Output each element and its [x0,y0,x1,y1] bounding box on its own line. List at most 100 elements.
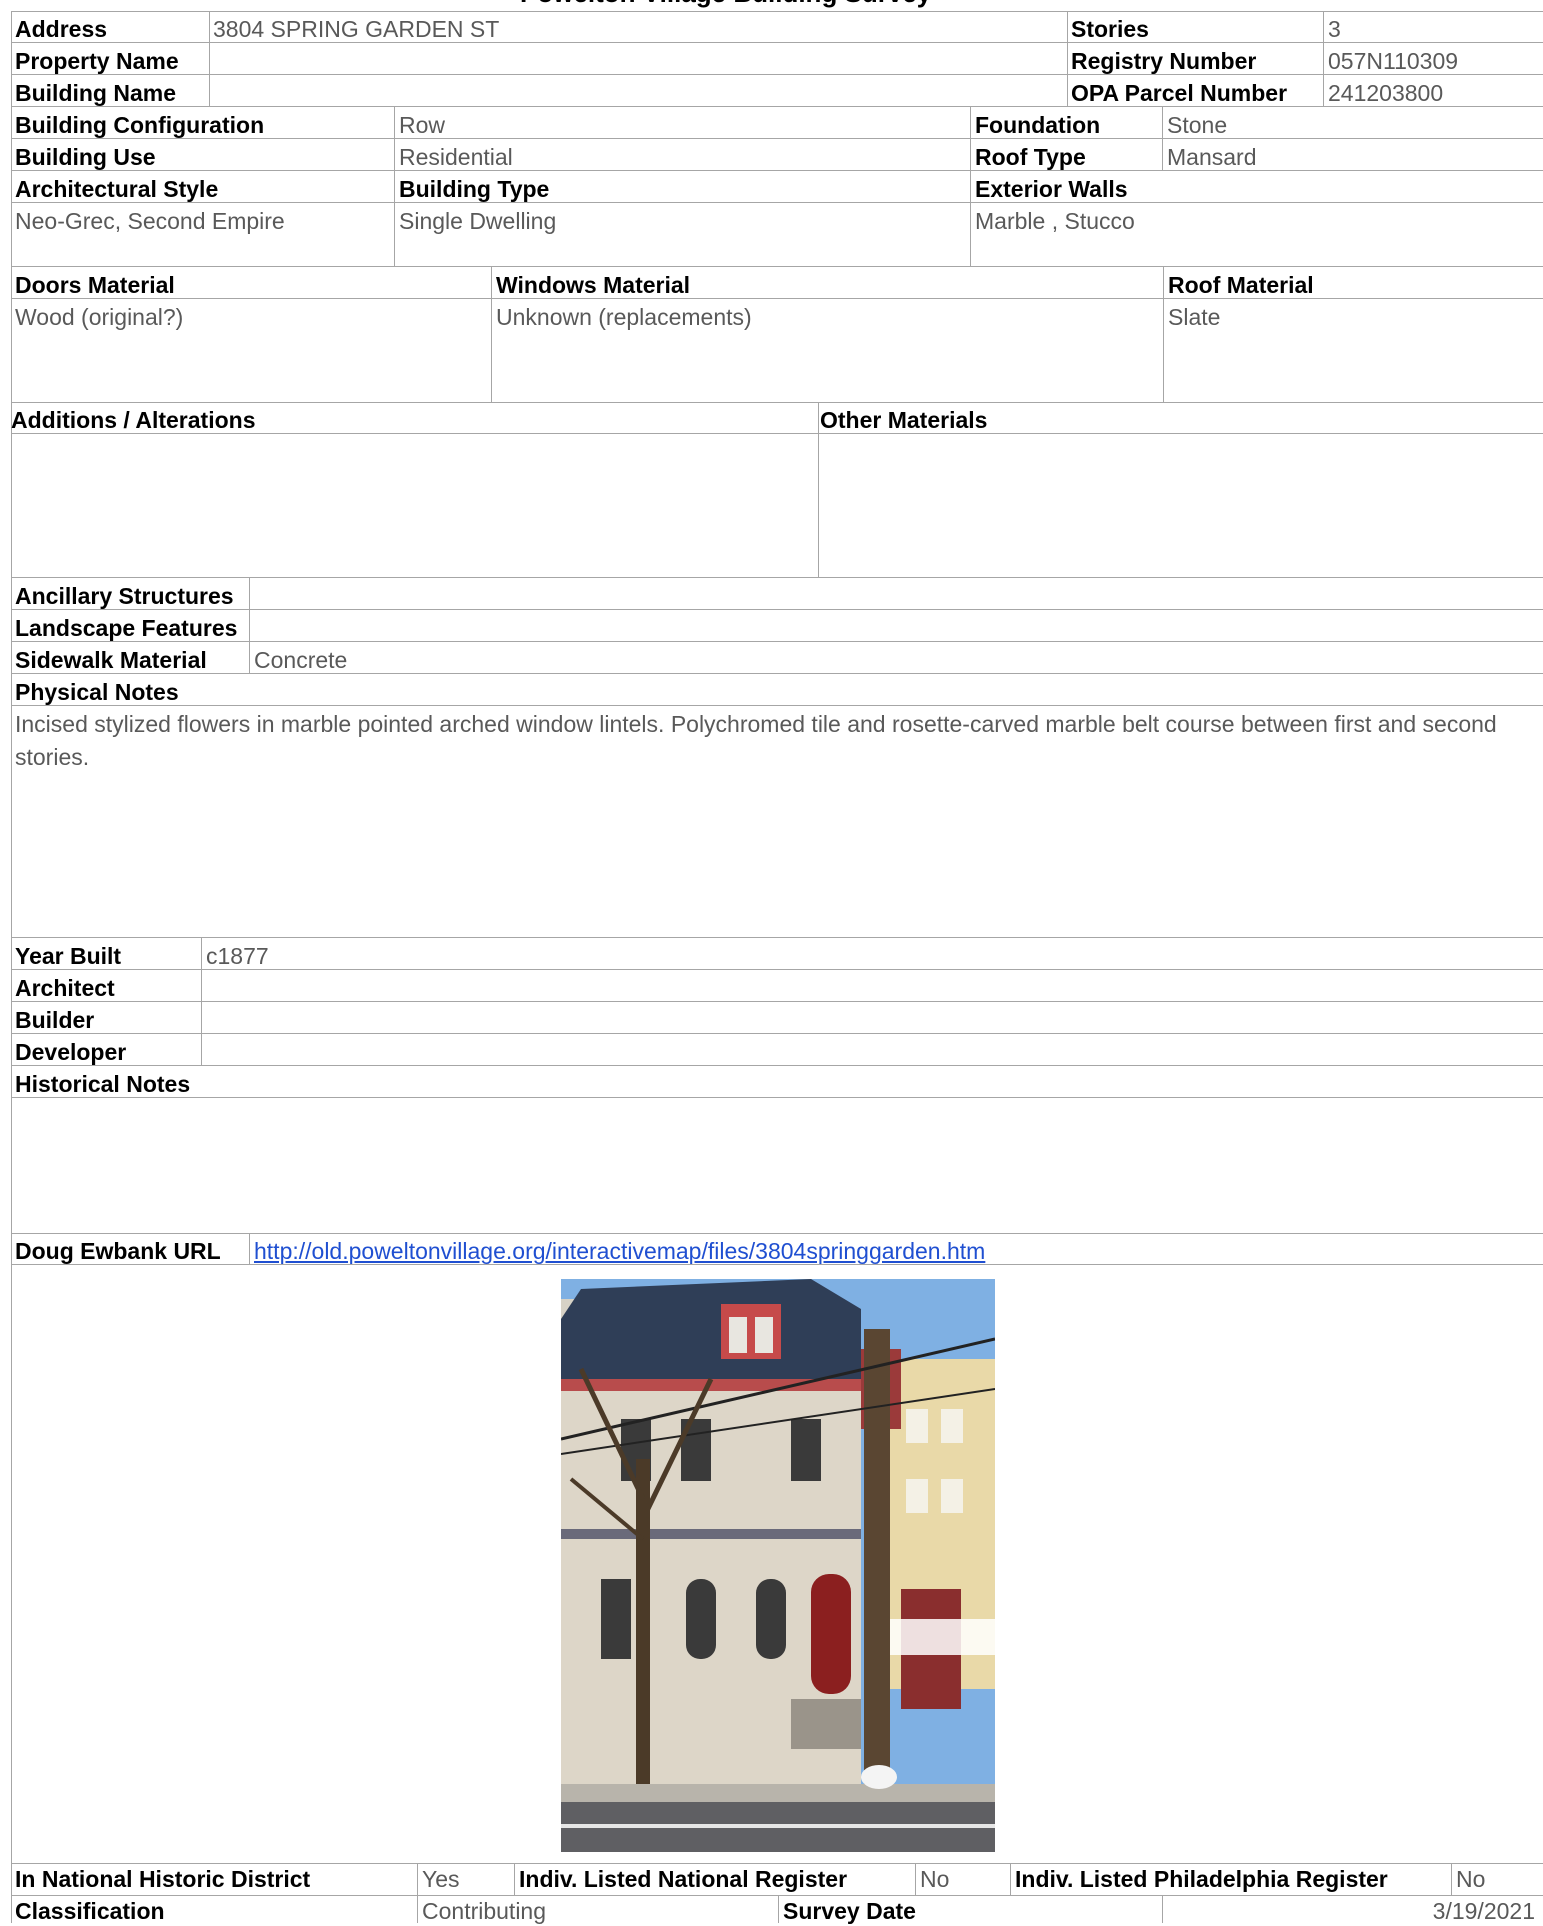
row-rule [11,1895,1543,1896]
additions-label: Additions / Alterations [11,407,256,433]
col-rule [249,578,250,673]
top-border [11,11,1543,12]
address-label: Address [15,16,108,42]
building-name-label: Building Name [15,80,177,106]
row-rule [11,705,1543,706]
col-rule [417,1896,418,1923]
section-rule [11,937,1543,938]
survey-date-value: 3/19/2021 [1432,1898,1535,1924]
building-photo [561,1279,995,1852]
philadelphia-register-label: Indiv. Listed Philadelphia Register [1015,1866,1388,1892]
col-rule [1010,1864,1011,1895]
property-name-label: Property Name [15,48,179,74]
address-value: 3804 SPRING GARDEN ST [213,16,500,42]
registry-number-value: 057N110309 [1328,48,1459,74]
roof-type-label: Roof Type [975,144,1086,170]
roof-material-label: Roof Material [1168,272,1314,298]
row-rule [11,138,1543,139]
classification-label: Classification [15,1898,165,1924]
roof-type-value: Mansard [1167,144,1257,170]
building-use-label: Building Use [15,144,156,170]
col-rule [209,11,210,106]
row-rule [11,673,1543,674]
page-title: Powelton Village Building Survey [520,0,931,8]
col-rule [394,107,395,266]
col-rule [1162,1896,1163,1923]
sidewalk-value: Concrete [254,647,348,673]
architectural-style-value: Neo-Grec, Second Empire [15,208,285,234]
registry-number-label: Registry Number [1071,48,1257,74]
philadelphia-register-value: No [1456,1866,1486,1892]
col-rule [778,1896,779,1923]
col-rule [818,403,819,577]
survey-date-label: Survey Date [783,1898,916,1924]
windows-material-label: Windows Material [496,272,691,298]
landscape-label: Landscape Features [15,615,238,641]
row-rule [11,1001,1543,1002]
windows-material-value: Unknown (replacements) [496,304,752,330]
building-config-value: Row [399,112,446,138]
col-rule [514,1864,515,1895]
national-register-value: No [920,1866,950,1892]
classification-value: Contributing [422,1898,547,1924]
col-rule [201,938,202,1065]
exterior-walls-value: Marble , Stucco [975,208,1135,234]
developer-label: Developer [15,1039,127,1065]
building-use-value: Residential [399,144,513,170]
row-rule [11,42,1543,43]
other-materials-label: Other Materials [820,407,988,433]
col-rule [249,1234,250,1264]
national-district-label: In National Historic District [15,1866,311,1892]
section-rule [11,1233,1543,1234]
year-built-value: c1877 [206,943,269,969]
national-register-label: Indiv. Listed National Register [519,1866,848,1892]
section-rule [11,266,1543,267]
row-rule [11,433,1543,434]
col-rule [1162,107,1163,170]
architect-label: Architect [15,975,115,1001]
roof-material-value: Slate [1168,304,1221,330]
section-rule [11,402,1543,403]
historical-notes-label: Historical Notes [15,1071,191,1097]
row-rule [11,106,1543,107]
building-type-label: Building Type [399,176,550,202]
row-rule [11,969,1543,970]
doors-material-label: Doors Material [15,272,175,298]
col-rule [970,107,971,266]
survey-form: Powelton Village Building Survey Address… [0,0,1543,1924]
row-rule [11,298,1543,299]
row-rule [11,202,1543,203]
opa-parcel-value: 241203800 [1328,80,1444,106]
section-rule [11,577,1543,578]
col-rule [1163,267,1164,402]
exterior-walls-label: Exterior Walls [975,176,1128,202]
row-rule [11,1097,1543,1098]
year-built-label: Year Built [15,943,122,969]
foundation-value: Stone [1167,112,1228,138]
col-rule [915,1864,916,1895]
physical-notes-label: Physical Notes [15,679,179,705]
col-rule [1323,11,1324,106]
foundation-label: Foundation [975,112,1101,138]
row-rule [11,74,1543,75]
row-rule [11,609,1543,610]
row-rule [11,1264,1543,1265]
architectural-style-label: Architectural Style [15,176,219,202]
ancillary-label: Ancillary Structures [15,583,234,609]
col-rule [417,1864,418,1895]
doors-material-value: Wood (original?) [15,304,184,330]
building-config-label: Building Configuration [15,112,265,138]
ewbank-url-label: Doug Ewbank URL [15,1238,221,1264]
col-rule [1067,11,1068,106]
sidewalk-label: Sidewalk Material [15,647,207,673]
building-type-value: Single Dwelling [399,208,557,234]
col-rule [491,267,492,402]
row-rule [11,641,1543,642]
opa-parcel-label: OPA Parcel Number [1071,80,1288,106]
stories-label: Stories [1071,16,1149,42]
ewbank-url-link[interactable]: http://old.poweltonvillage.org/interacti… [254,1236,985,1266]
row-rule [11,1033,1543,1034]
builder-label: Builder [15,1007,95,1033]
row-rule [11,170,1543,171]
physical-notes-text: Incised stylized flowers in marble point… [15,711,1497,770]
